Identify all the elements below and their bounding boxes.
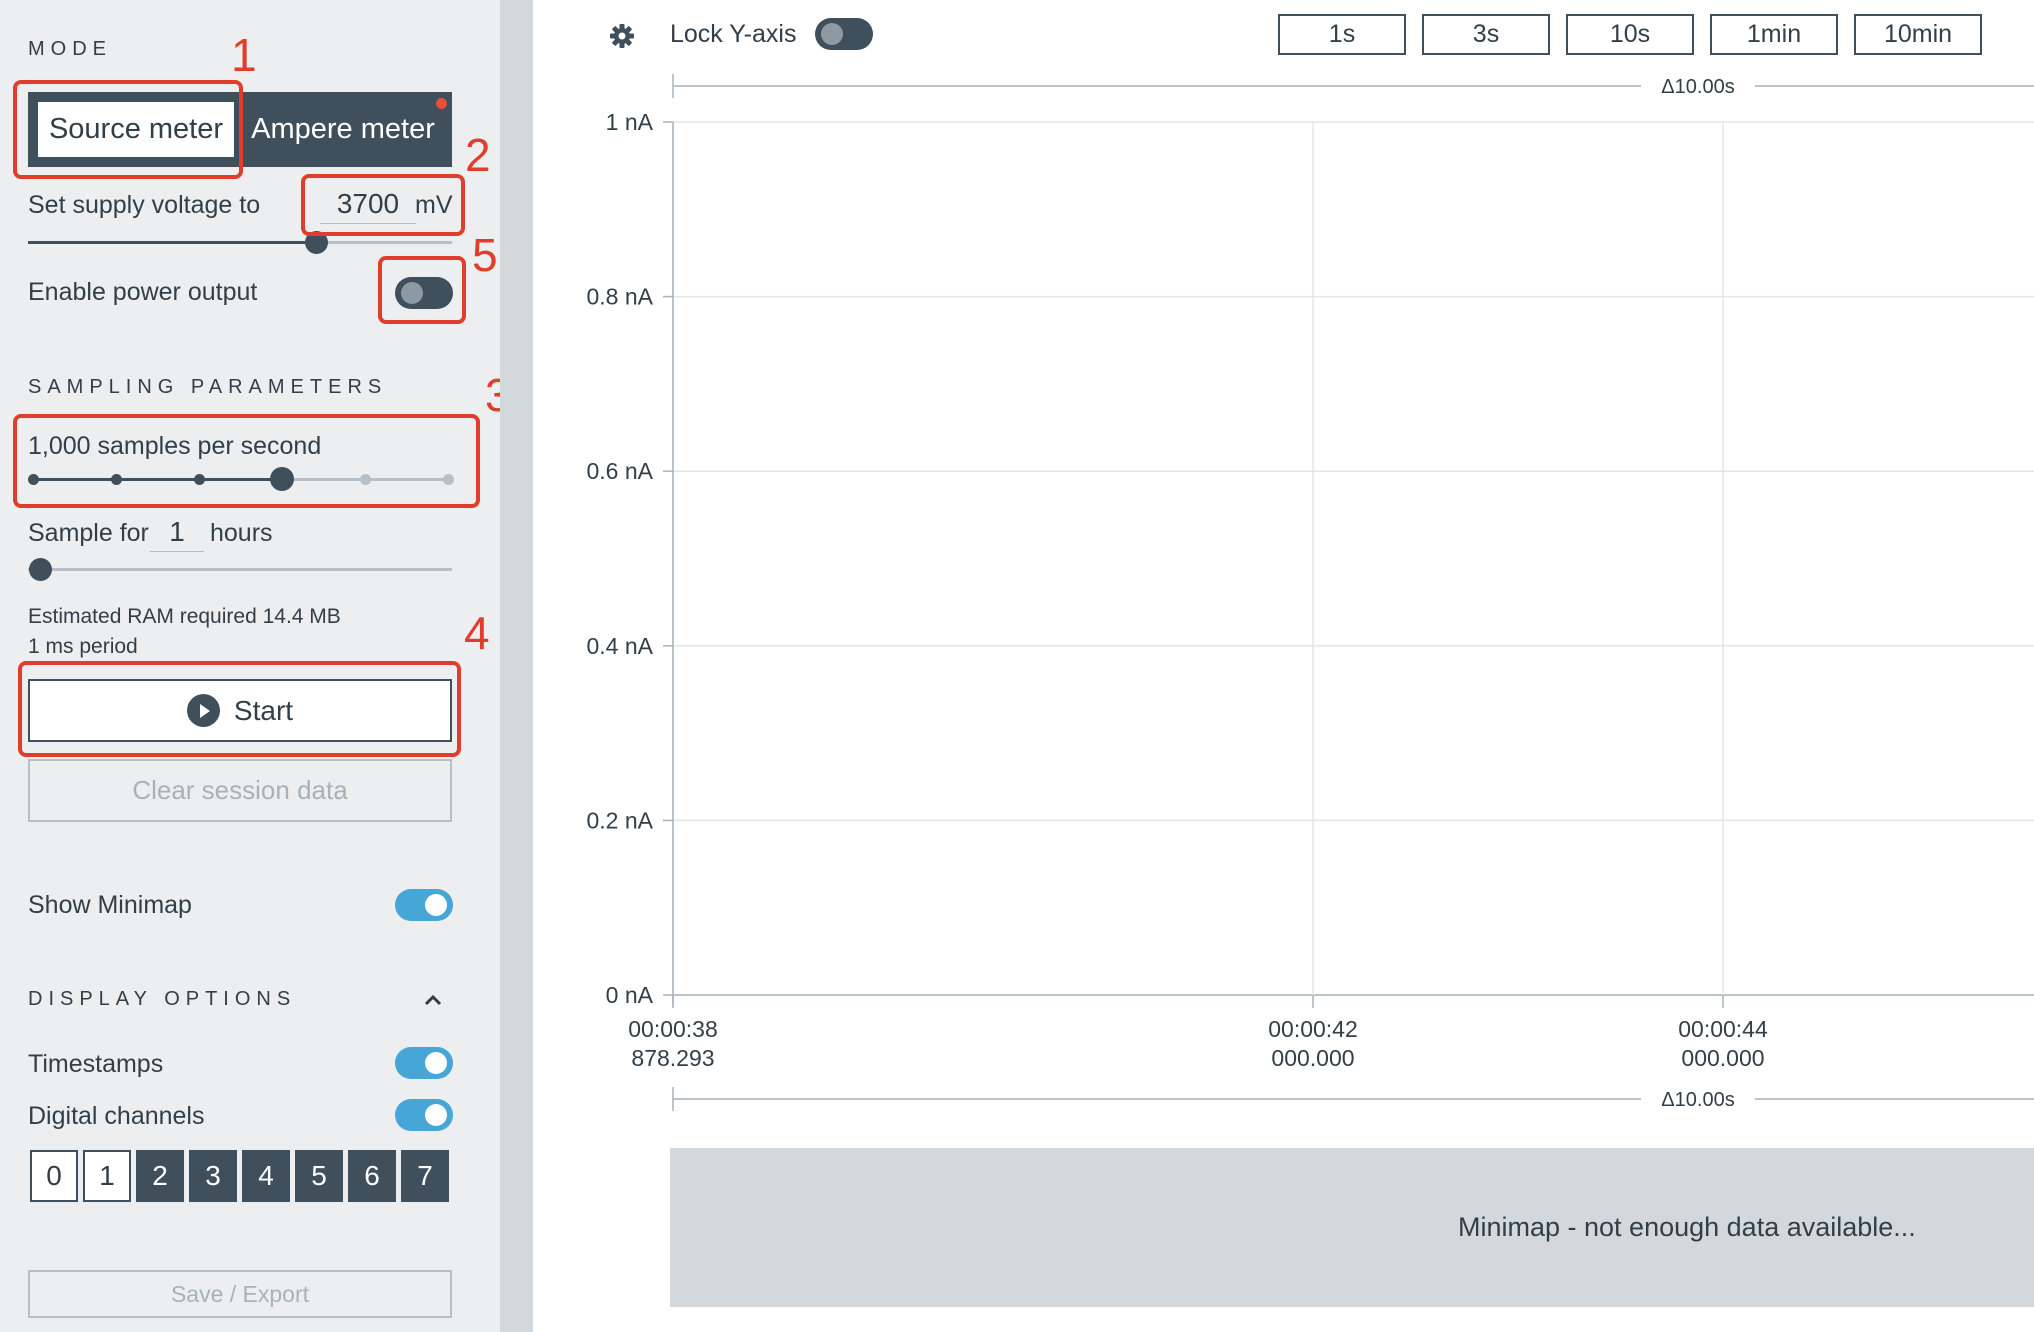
toggle-thumb [425, 1052, 447, 1074]
show-minimap-label: Show Minimap [28, 891, 192, 919]
annotation-number-4: 4 [464, 607, 490, 659]
window-range-top-label: Δ10.00s [1661, 76, 1734, 98]
save-export-button[interactable]: Save / Export [28, 1270, 452, 1318]
x-tick-sublabel: 000.000 [1271, 1045, 1354, 1071]
digital-channel-7-button[interactable]: 7 [401, 1150, 449, 1202]
chart-axes [663, 74, 2034, 1111]
annotation-box-2 [301, 174, 465, 236]
ram-estimate: Estimated RAM required 14.4 MB [28, 605, 341, 628]
chevron-up-icon[interactable] [423, 990, 443, 1010]
sample-duration-unit: hours [210, 519, 273, 547]
digital-channel-0-button[interactable]: 0 [30, 1150, 78, 1202]
main-panel: Lock Y-axis 1s 3s 10s 1min 10min 0 nA 0.2 nA 0… [533, 0, 2034, 1332]
digital-channels-toggle[interactable] [395, 1099, 453, 1131]
y-tick-label: 0 nA [606, 982, 654, 1008]
y-tick-label: 1 nA [606, 109, 654, 135]
chart[interactable]: 0 nA 0.2 nA 0.4 nA 0.6 nA 0.8 nA 1 nA 00:00:38… [533, 0, 2034, 1140]
power-output-label: Enable power output [28, 278, 258, 306]
supply-voltage-label: Set supply voltage to [28, 191, 261, 219]
clear-session-button[interactable]: Clear session data [28, 759, 452, 822]
y-tick-label: 0.2 nA [587, 807, 654, 833]
x-tick-label: 00:00:42 [1268, 1016, 1358, 1042]
digital-channel-5-button[interactable]: 5 [295, 1150, 343, 1202]
annotation-box-3 [13, 414, 480, 508]
x-tick-sublabel: 878.293 [631, 1045, 714, 1071]
x-tick-sublabel: 000.000 [1681, 1045, 1764, 1071]
sample-duration-input[interactable] [150, 512, 204, 552]
mode-heading: MODE [28, 38, 112, 60]
digital-channel-6-button[interactable]: 6 [348, 1150, 396, 1202]
digital-channel-2-button[interactable]: 2 [136, 1150, 184, 1202]
chart-labels: 0 nA 0.2 nA 0.4 nA 0.6 nA 0.8 nA 1 nA 00:00:38… [587, 76, 1768, 1111]
window-range-bottom-label: Δ10.00s [1661, 1089, 1734, 1111]
x-tick-label: 00:00:38 [628, 1016, 718, 1042]
display-options-heading: DISPLAY OPTIONS [28, 988, 297, 1010]
sample-for-label: Sample for [28, 519, 149, 547]
sample-duration-slider[interactable] [28, 568, 452, 571]
timestamps-toggle[interactable] [395, 1047, 453, 1079]
annotation-number-2: 2 [465, 129, 491, 181]
sample-duration-slider-handle[interactable] [29, 558, 52, 581]
sidebar: MODE Source meter Ampere meter Set suppl… [0, 0, 511, 1332]
panel-divider[interactable] [500, 0, 533, 1332]
y-tick-label: 0.8 nA [587, 284, 654, 310]
annotation-number-5: 5 [472, 229, 498, 281]
digital-channels-label: Digital channels [28, 1102, 205, 1130]
digital-channel-1-button[interactable]: 1 [83, 1150, 131, 1202]
digital-channel-selector: 01234567 [30, 1150, 449, 1202]
x-tick-label: 00:00:44 [1678, 1016, 1768, 1042]
digital-channel-4-button[interactable]: 4 [242, 1150, 290, 1202]
annotation-box-4 [18, 661, 461, 757]
sample-period: 1 ms period [28, 635, 138, 658]
y-tick-label: 0.4 nA [587, 633, 654, 659]
digital-channel-3-button[interactable]: 3 [189, 1150, 237, 1202]
minimap-message: Minimap - not enough data available... [1458, 1212, 1916, 1242]
show-minimap-toggle[interactable] [395, 889, 453, 921]
timestamps-label: Timestamps [28, 1050, 164, 1078]
toggle-thumb [425, 894, 447, 916]
y-tick-label: 0.6 nA [587, 458, 654, 484]
toggle-thumb [425, 1104, 447, 1126]
annotation-number-1: 1 [231, 29, 257, 81]
chart-grid [672, 121, 2034, 996]
annotation-box-5 [378, 256, 466, 324]
supply-voltage-slider-fill [28, 241, 317, 244]
sampling-heading: SAMPLING PARAMETERS [28, 376, 388, 398]
annotation-box-1 [13, 80, 243, 179]
ampere-meter-button[interactable]: Ampere meter [243, 102, 443, 157]
